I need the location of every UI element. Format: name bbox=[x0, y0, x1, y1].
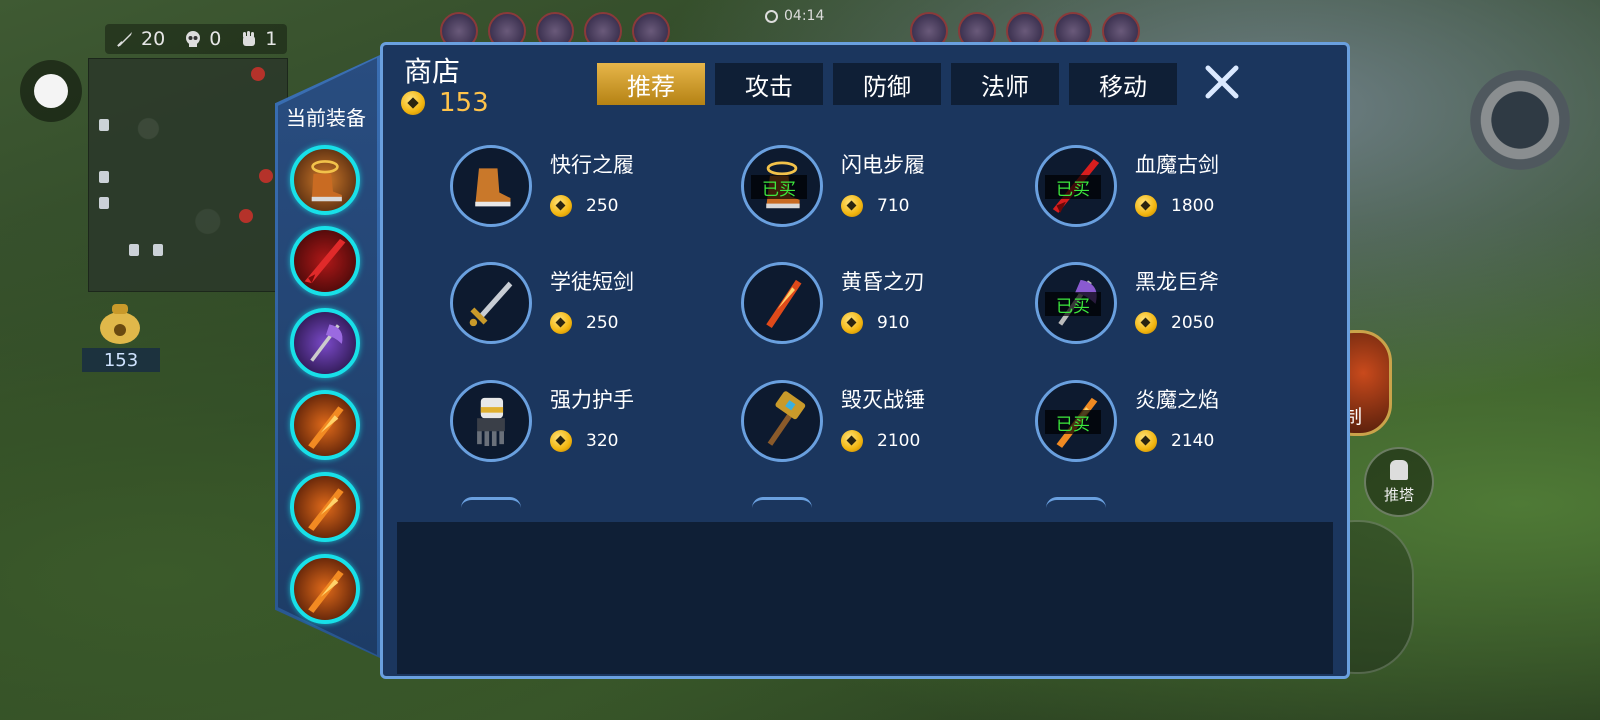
shop-item[interactable]: 学徒短剑 250 bbox=[450, 262, 730, 352]
bought-badge: 已买 bbox=[1045, 410, 1101, 435]
kda-bar: 20 0 1 bbox=[105, 24, 288, 54]
gold-coin-icon bbox=[550, 195, 572, 217]
shop-tabs: 推荐 攻击 防御 法师 移动 bbox=[597, 63, 1177, 105]
tab-defense[interactable]: 防御 bbox=[833, 63, 941, 105]
gold-coin-icon bbox=[841, 430, 863, 452]
settings-button[interactable] bbox=[20, 60, 82, 122]
tab-attack[interactable]: 攻击 bbox=[715, 63, 823, 105]
equipped-slot-flame[interactable] bbox=[290, 390, 360, 460]
item-description-area bbox=[397, 522, 1333, 674]
equipped-slot-boots[interactable] bbox=[290, 145, 360, 215]
assists-stat: 1 bbox=[239, 28, 277, 50]
tab-recommended[interactable]: 推荐 bbox=[597, 63, 705, 105]
enemy-tower-icon bbox=[251, 67, 265, 81]
shop-gold: 153 bbox=[401, 88, 489, 118]
minimap[interactable] bbox=[88, 58, 288, 292]
gold-coin-icon bbox=[401, 91, 425, 115]
tower-icon bbox=[99, 197, 109, 209]
equipped-slot-blood-sword[interactable] bbox=[290, 226, 360, 296]
equipped-slot-flame[interactable] bbox=[290, 554, 360, 624]
skull-icon bbox=[186, 31, 201, 47]
black-dragon-axe-icon bbox=[310, 324, 343, 362]
flame-blade-icon bbox=[308, 488, 344, 531]
shop-item[interactable]: 黄昏之刃 910 bbox=[741, 262, 1021, 352]
gold-bag-icon bbox=[100, 304, 140, 344]
war-hammer-icon bbox=[767, 391, 806, 446]
tab-mage[interactable]: 法师 bbox=[951, 63, 1059, 105]
twilight-blade-icon bbox=[766, 279, 802, 329]
gold-coin-icon bbox=[1135, 195, 1157, 217]
enemy-tower-icon bbox=[259, 169, 273, 183]
gold-coin-icon bbox=[841, 312, 863, 334]
shop-item[interactable]: 已买 黑龙巨斧 2050 bbox=[1035, 262, 1315, 352]
sword-icon bbox=[117, 32, 132, 47]
flame-blade-icon bbox=[308, 570, 344, 613]
shop-item-partial bbox=[752, 497, 812, 508]
gold-coin-icon bbox=[1135, 312, 1157, 334]
close-icon[interactable] bbox=[1200, 60, 1244, 104]
shop-item-partial bbox=[1046, 497, 1106, 508]
gauntlet-icon bbox=[477, 397, 505, 447]
shop-item[interactable]: 已买 炎魔之焰 2140 bbox=[1035, 380, 1315, 470]
tower-icon bbox=[1390, 459, 1408, 480]
equipped-slot-flame[interactable] bbox=[290, 472, 360, 542]
push-tower-button[interactable]: 推塔 bbox=[1364, 447, 1434, 517]
shop-item[interactable]: 强力护手 320 bbox=[450, 380, 730, 470]
gold-coin-icon bbox=[550, 312, 572, 334]
flame-blade-icon bbox=[308, 406, 344, 449]
tab-movement[interactable]: 移动 bbox=[1069, 63, 1177, 105]
hand-icon bbox=[243, 31, 256, 46]
match-timer: 04:14 bbox=[765, 8, 824, 24]
clock-icon bbox=[765, 9, 778, 23]
enemy-marker-icon bbox=[239, 209, 253, 223]
bought-badge: 已买 bbox=[751, 175, 807, 200]
circle-icon bbox=[34, 74, 68, 108]
gold-counter: 153 bbox=[82, 348, 160, 372]
short-sword-icon bbox=[469, 281, 513, 327]
tower-icon bbox=[129, 244, 139, 256]
shop-item[interactable]: 快行之履 250 bbox=[450, 145, 730, 235]
gold-coin-icon bbox=[841, 195, 863, 217]
equipped-title: 当前装备 bbox=[286, 106, 366, 130]
equipped-slot-dragon-axe[interactable] bbox=[290, 308, 360, 378]
shop-item[interactable]: 已买 闪电步履 710 bbox=[741, 145, 1021, 235]
shop-title: 商店 bbox=[404, 55, 461, 88]
tower-icon bbox=[99, 171, 109, 183]
lightning-boots-icon bbox=[311, 160, 342, 202]
bought-badge: 已买 bbox=[1045, 292, 1101, 317]
map-structure bbox=[1470, 70, 1570, 170]
deaths-stat: 0 bbox=[183, 28, 221, 50]
kills-stat: 20 bbox=[115, 28, 165, 50]
shop-item[interactable]: 已买 血魔古剑 1800 bbox=[1035, 145, 1315, 235]
shop-item[interactable]: 毁灭战锤 2100 bbox=[741, 380, 1021, 470]
gold-coin-icon bbox=[1135, 430, 1157, 452]
bought-badge: 已买 bbox=[1045, 175, 1101, 200]
boots-icon bbox=[475, 168, 511, 207]
gold-coin-icon bbox=[550, 430, 572, 452]
shop-item-partial bbox=[461, 497, 521, 508]
match-time: 04:14 bbox=[784, 8, 825, 24]
tower-icon bbox=[99, 119, 109, 131]
blood-sword-icon bbox=[304, 238, 346, 284]
tower-icon bbox=[153, 244, 163, 256]
